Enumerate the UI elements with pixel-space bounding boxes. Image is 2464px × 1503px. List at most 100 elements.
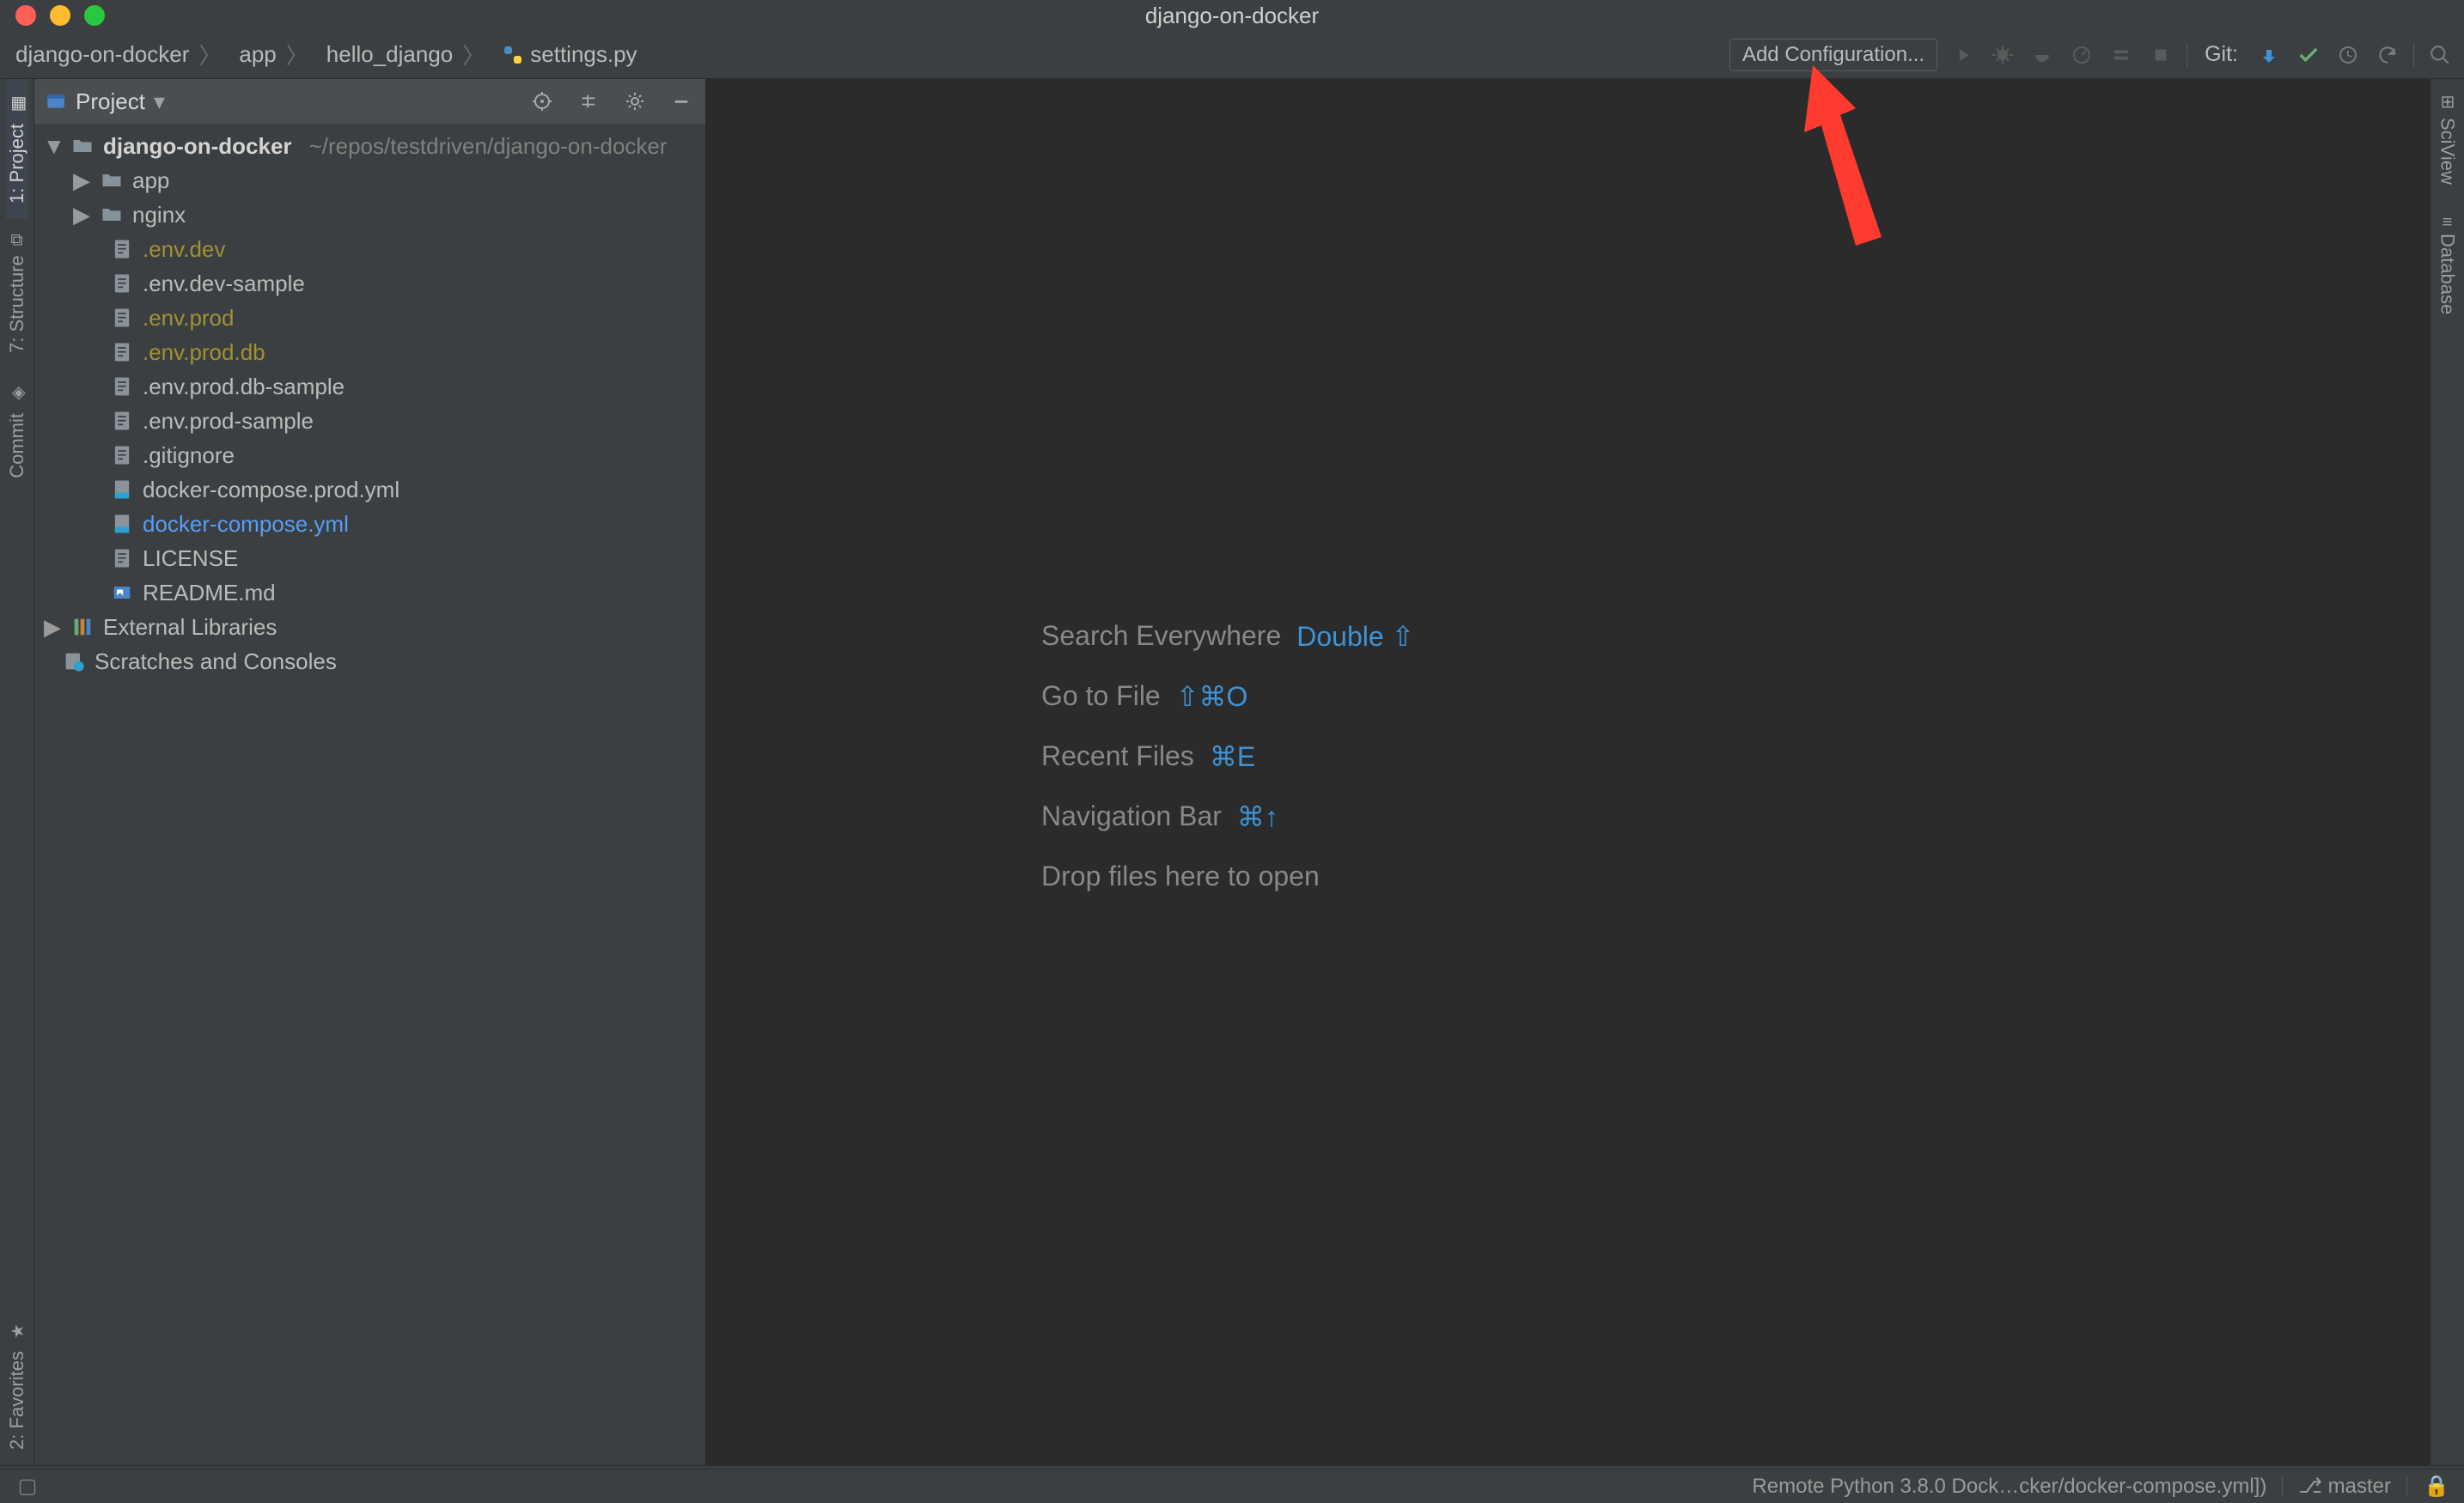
text-file-icon — [110, 271, 134, 295]
breadcrumb-item[interactable]: hello_django — [326, 41, 453, 68]
welcome-label: Recent Files — [1041, 740, 1194, 773]
chevron-right-icon: 〉 — [284, 39, 311, 70]
profile-icon[interactable] — [2068, 41, 2095, 69]
run-coverage-icon[interactable] — [2028, 41, 2056, 69]
minimize-window-button[interactable] — [50, 5, 70, 26]
tree-item-label: .env.prod.db-sample — [143, 369, 345, 404]
status-bar: ▢ Remote Python 3.8.0 Dock…cker/docker-c… — [0, 1469, 2464, 1503]
tree-file[interactable]: docker-compose.yml — [34, 507, 705, 541]
tree-file[interactable]: .env.dev-sample — [34, 266, 705, 301]
add-configuration-button[interactable]: Add Configuration... — [1729, 39, 1937, 71]
folder-icon — [100, 168, 124, 192]
project-icon — [45, 90, 67, 113]
tree-file[interactable]: docker-compose.prod.yml — [34, 472, 705, 507]
hide-icon[interactable] — [668, 88, 695, 115]
git-label: Git: — [2199, 42, 2243, 67]
welcome-label: Go to File — [1041, 680, 1161, 713]
folder-icon: ▦ — [7, 94, 27, 115]
star-icon: ★ — [7, 1322, 27, 1342]
text-file-icon — [110, 237, 134, 261]
tree-item-label: Scratches and Consoles — [95, 644, 337, 678]
tool-tab-commit[interactable]: Commit◈ — [6, 368, 28, 494]
tree-scratches[interactable]: Scratches and Consoles — [34, 644, 705, 678]
tree-item-path: ~/repos/testdriven/django-on-docker — [309, 129, 668, 163]
close-window-button[interactable] — [15, 5, 36, 26]
editor-area[interactable]: Search EverywhereDouble ⇧ Go to File⇧⌘O … — [706, 79, 2430, 1465]
tree-file[interactable]: .env.prod-sample — [34, 404, 705, 438]
rollback-icon[interactable] — [2374, 41, 2401, 69]
tree-external-libraries[interactable]: ▶ External Libraries — [34, 610, 705, 644]
markdown-file-icon — [110, 581, 134, 605]
search-icon[interactable] — [2426, 41, 2454, 69]
maximize-window-button[interactable] — [84, 5, 105, 26]
tree-file[interactable]: README.md — [34, 575, 705, 610]
chevron-down-icon[interactable]: ▼ — [43, 129, 62, 163]
tool-tab-structure[interactable]: 7: Structure⧉ — [6, 219, 28, 368]
tree-item-label: .env.dev — [143, 232, 225, 266]
lock-icon[interactable]: 🔒 — [2423, 1473, 2450, 1500]
titlebar: django-on-docker — [0, 0, 2464, 31]
chevron-right-icon: 〉 — [196, 39, 223, 70]
breadcrumb-item[interactable]: settings.py — [530, 41, 637, 68]
project-tree[interactable]: ▼ django-on-docker ~/repos/testdriven/dj… — [34, 124, 705, 684]
breadcrumb-item[interactable]: app — [239, 41, 276, 68]
text-file-icon — [110, 546, 134, 570]
separator — [2282, 1476, 2283, 1497]
chevron-right-icon[interactable]: ▶ — [72, 198, 91, 232]
tool-tab-sciview[interactable]: ⊞SciView — [2437, 79, 2459, 200]
tree-root[interactable]: ▼ django-on-docker ~/repos/testdriven/dj… — [34, 129, 705, 163]
tree-file[interactable]: LICENSE — [34, 541, 705, 575]
window-title: django-on-docker — [1145, 3, 1319, 29]
git-update-icon[interactable] — [2255, 41, 2283, 69]
status-branch[interactable]: ⎇ master — [2298, 1474, 2391, 1499]
tool-windows-icon[interactable]: ▢ — [14, 1473, 41, 1500]
python-file-icon — [503, 45, 523, 65]
status-interpreter[interactable]: Remote Python 3.8.0 Dock…cker/docker-com… — [1752, 1475, 2266, 1499]
tool-tab-favorites[interactable]: 2: Favorites★ — [6, 1306, 28, 1465]
tree-folder[interactable]: ▶ nginx — [34, 198, 705, 232]
welcome-shortcut: Double ⇧ — [1296, 620, 1414, 653]
tool-tab-project[interactable]: 1: Project▦ — [6, 79, 28, 219]
tree-item-label: docker-compose.yml — [143, 507, 349, 541]
gear-icon[interactable] — [621, 88, 649, 115]
folder-icon — [100, 203, 124, 227]
locate-icon[interactable] — [528, 88, 556, 115]
git-commit-icon[interactable] — [2295, 41, 2322, 69]
chevron-right-icon[interactable]: ▶ — [72, 163, 91, 198]
welcome-label: Drop files here to open — [1041, 861, 1320, 892]
welcome-shortcut: ⌘↑ — [1237, 800, 1278, 833]
tree-file[interactable]: .env.prod.db-sample — [34, 369, 705, 404]
tree-item-label: LICENSE — [143, 541, 238, 575]
chevron-right-icon: 〉 — [460, 39, 487, 70]
breadcrumb-item[interactable]: django-on-docker — [15, 41, 189, 68]
database-icon: ≡ — [2443, 210, 2453, 230]
tree-file[interactable]: .gitignore — [34, 438, 705, 472]
separator — [2413, 43, 2414, 67]
sciview-icon: ⊞ — [2440, 91, 2455, 112]
breadcrumb[interactable]: django-on-docker 〉 app 〉 hello_django 〉 set… — [10, 39, 643, 70]
history-icon[interactable] — [2334, 41, 2362, 69]
expand-all-icon[interactable] — [575, 88, 602, 115]
tree-folder[interactable]: ▶ app — [34, 163, 705, 198]
tree-item-label: docker-compose.prod.yml — [143, 472, 399, 507]
stop-icon[interactable] — [2147, 41, 2174, 69]
welcome-panel: Search EverywhereDouble ⇧ Go to File⇧⌘O … — [1041, 620, 1414, 892]
project-view-selector[interactable]: Project ▾ — [45, 88, 165, 115]
toolbar-right: Add Configuration... Git: — [1729, 39, 2454, 71]
chevron-right-icon[interactable]: ▶ — [43, 610, 62, 644]
debug-icon[interactable] — [1989, 41, 2016, 69]
tree-file[interactable]: .env.dev — [34, 232, 705, 266]
tree-item-label: .env.prod — [143, 301, 234, 335]
run-anything-icon[interactable] — [2107, 41, 2135, 69]
run-icon[interactable] — [1949, 41, 1977, 69]
tool-tab-database[interactable]: ≡Database — [2437, 200, 2459, 331]
tree-item-label: nginx — [132, 198, 186, 232]
tree-file[interactable]: .env.prod.db — [34, 335, 705, 369]
folder-icon — [70, 134, 95, 158]
tree-item-label: app — [132, 163, 169, 198]
tool-header-actions — [528, 88, 695, 115]
text-file-icon — [110, 409, 134, 433]
tree-file[interactable]: .env.prod — [34, 301, 705, 335]
project-tool-window: Project ▾ ▼ django-on-docker ~/repos/tes… — [34, 79, 706, 1465]
main-area: 1: Project▦ 7: Structure⧉ Commit◈ 2: Fav… — [0, 79, 2464, 1465]
